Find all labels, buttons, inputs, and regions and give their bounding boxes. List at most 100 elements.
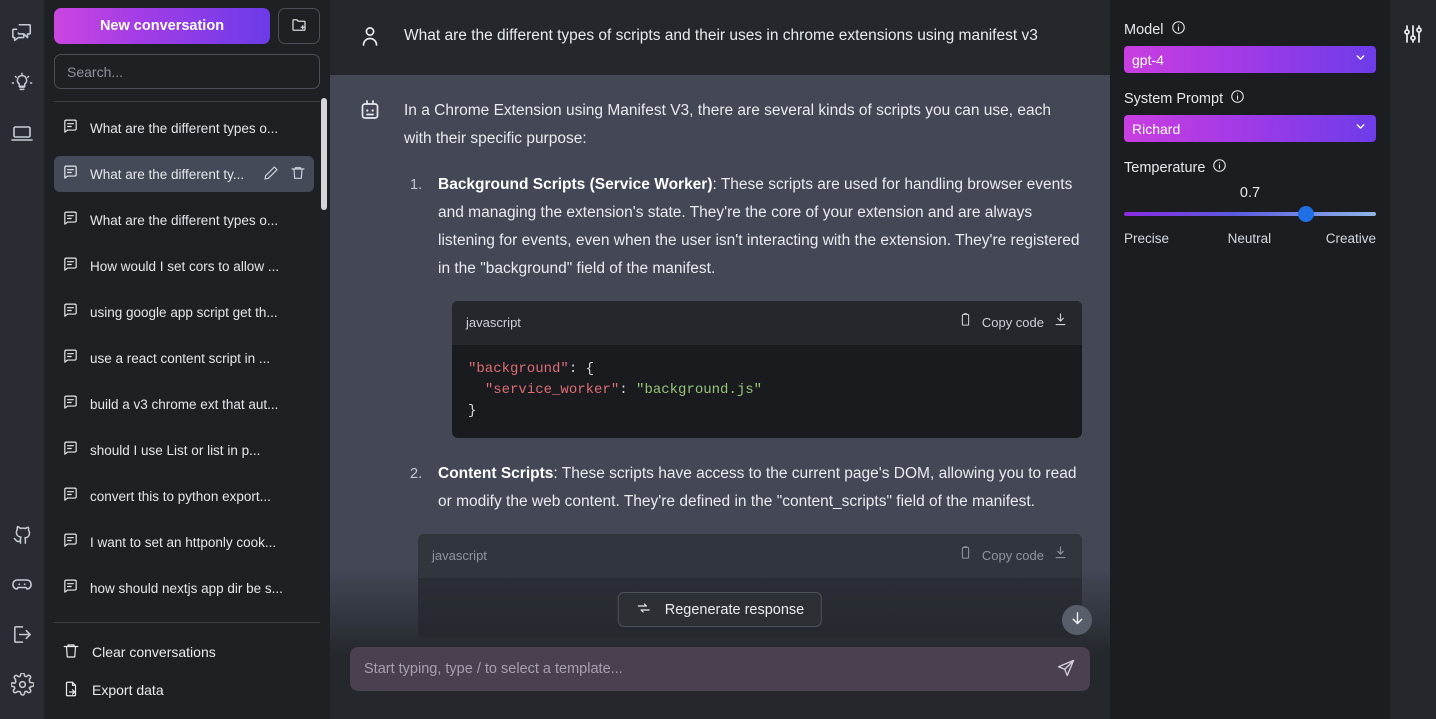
conversation-title: How would I set cors to allow ...	[90, 258, 280, 274]
conversation-title: should I use List or list in p...	[90, 442, 261, 458]
regenerate-response-label: Regenerate response	[664, 601, 805, 618]
clear-conversations-button[interactable]: Clear conversations	[54, 633, 320, 671]
app-root: New conversation What are the different …	[0, 0, 1436, 719]
assistant-message-body: In a Chrome Extension using Manifest V3,…	[404, 97, 1082, 660]
chat-bubbles-icon[interactable]	[0, 8, 44, 58]
sidebar-scrollbar[interactable]	[321, 98, 327, 210]
refresh-icon	[636, 600, 652, 620]
assistant-bot-icon	[358, 97, 404, 660]
chat-icon	[62, 578, 79, 598]
copy-code-label[interactable]: Copy code	[982, 542, 1044, 570]
conversation-item[interactable]: What are the different types o...	[54, 110, 314, 146]
model-label-row: Model	[1124, 20, 1376, 39]
settings-toggle-rail	[1390, 0, 1436, 719]
clipboard-icon[interactable]	[958, 309, 973, 337]
chat-main: What are the different types of scripts …	[330, 0, 1110, 719]
scroll-to-bottom-button[interactable]	[1062, 605, 1092, 635]
delete-trash-icon[interactable]	[290, 165, 306, 184]
download-icon[interactable]	[1053, 309, 1068, 337]
laptop-icon[interactable]	[0, 108, 44, 158]
conversation-actions	[263, 165, 306, 184]
sliders-icon[interactable]	[1401, 22, 1425, 719]
code-block-2-header: javascript Copy code	[418, 534, 1082, 578]
temperature-max-label: Creative	[1325, 231, 1376, 246]
conversation-title: using google app script get th...	[90, 304, 278, 320]
github-icon[interactable]	[0, 509, 44, 559]
search-input[interactable]	[54, 54, 320, 89]
regenerate-response-button[interactable]: Regenerate response	[617, 592, 823, 627]
chat-icon	[62, 532, 79, 552]
conversation-item[interactable]: should I use List or list in p...	[54, 432, 314, 468]
info-icon[interactable]	[1230, 89, 1245, 108]
list-item: Background Scripts (Service Worker): The…	[404, 171, 1082, 438]
assistant-intro-text: In a Chrome Extension using Manifest V3,…	[404, 102, 1052, 147]
conversation-title: use a react content script in ...	[90, 350, 271, 366]
chat-icon	[62, 256, 79, 276]
system-prompt-label-row: System Prompt	[1124, 89, 1376, 108]
user-message-text: What are the different types of scripts …	[404, 27, 1038, 44]
conversation-item[interactable]: How would I set cors to allow ...	[54, 248, 314, 284]
conversation-item[interactable]: use a react content script in ...	[54, 340, 314, 376]
temperature-min-label: Precise	[1124, 231, 1170, 246]
conversation-item-active[interactable]: What are the different ty...	[54, 156, 314, 192]
new-folder-button[interactable]	[278, 8, 320, 44]
message-composer	[350, 647, 1090, 691]
temperature-slider[interactable]	[1124, 206, 1376, 222]
system-prompt-label: System Prompt	[1124, 90, 1224, 107]
sidebar-header: New conversation	[54, 8, 320, 44]
discord-icon[interactable]	[0, 559, 44, 609]
code-token-punc: :	[619, 382, 637, 398]
chat-icon	[62, 164, 79, 184]
logout-icon[interactable]	[0, 609, 44, 659]
conversation-item[interactable]: how should nextjs app dir be s...	[54, 570, 314, 606]
code-token-key: "background"	[468, 361, 569, 377]
code-language-label: javascript	[432, 548, 487, 563]
temperature-slider-thumb[interactable]	[1297, 206, 1314, 222]
export-data-button[interactable]: Export data	[54, 671, 320, 709]
code-block-2-actions[interactable]: Copy code	[958, 542, 1068, 570]
sidebar-divider-bottom	[54, 622, 320, 623]
clipboard-icon[interactable]	[958, 542, 973, 570]
conversation-list[interactable]: What are the different types o... What a…	[54, 110, 320, 622]
conversation-item[interactable]: What are the different types o...	[54, 202, 314, 238]
list-item-title: Content Scripts	[438, 465, 554, 482]
conversations-sidebar: New conversation What are the different …	[44, 0, 330, 719]
download-icon[interactable]	[1053, 542, 1068, 570]
code-token-key: "service_worker"	[484, 382, 620, 398]
info-icon[interactable]	[1171, 20, 1186, 39]
lightbulb-icon[interactable]	[0, 58, 44, 108]
conversation-item[interactable]: using google app script get th...	[54, 294, 314, 330]
edit-pencil-icon[interactable]	[263, 165, 279, 184]
conversation-item[interactable]: I want to set an httponly cook...	[54, 524, 314, 560]
chat-icon	[62, 210, 79, 230]
user-avatar-icon	[358, 22, 404, 53]
gear-icon[interactable]	[0, 659, 44, 709]
code-block-actions[interactable]: Copy code	[958, 309, 1068, 337]
list-item: Content Scripts: These scripts have acce…	[404, 460, 1082, 516]
code-block: javascript Copy code "background": {"se…	[452, 301, 1082, 438]
code-token-string: "background.js"	[636, 382, 763, 398]
model-label: Model	[1124, 21, 1164, 38]
code-block-header: javascript Copy code	[452, 301, 1082, 345]
folder-plus-icon	[290, 16, 308, 37]
code-token-punc: }	[468, 403, 477, 419]
settings-panel: Model gpt-4 System Prompt Richard Temper…	[1110, 0, 1390, 719]
copy-code-label[interactable]: Copy code	[982, 309, 1044, 337]
message-input[interactable]	[364, 661, 1056, 677]
trash-icon	[62, 642, 80, 663]
conversation-item[interactable]: convert this to python export...	[54, 478, 314, 514]
new-conversation-button[interactable]: New conversation	[54, 8, 270, 44]
send-button[interactable]	[1056, 658, 1076, 681]
temperature-label-row: Temperature	[1124, 158, 1376, 177]
temperature-slider-track	[1124, 212, 1376, 216]
chat-icon	[62, 394, 79, 414]
model-select[interactable]: gpt-4	[1124, 46, 1376, 73]
info-icon[interactable]	[1212, 158, 1227, 177]
temperature-label: Temperature	[1124, 159, 1206, 176]
model-select-wrap: gpt-4	[1124, 46, 1376, 73]
script-types-list: Background Scripts (Service Worker): The…	[404, 171, 1082, 516]
conversation-item[interactable]: build a v3 chrome ext that aut...	[54, 386, 314, 422]
clear-conversations-label: Clear conversations	[92, 644, 216, 660]
conversation-title: What are the different types o...	[90, 212, 279, 228]
system-prompt-select[interactable]: Richard	[1124, 115, 1376, 142]
